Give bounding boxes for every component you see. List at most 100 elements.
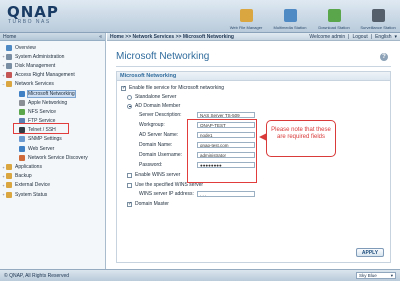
camera-icon xyxy=(371,9,385,22)
media-icon xyxy=(283,9,297,22)
wins-ip-input[interactable]: . . . xyxy=(197,191,255,197)
chevron-down-icon: ▾ xyxy=(390,272,393,278)
divider xyxy=(116,66,391,67)
tree-item-label: System Administration xyxy=(15,53,65,60)
tree-item[interactable]: Network Service Discovery xyxy=(0,153,105,162)
server-description-input[interactable]: NAS Server TS-509 xyxy=(197,112,255,118)
tree-item-label: Apple Networking xyxy=(28,99,68,106)
domain-master-label: Domain Master xyxy=(135,201,169,207)
app-shortcuts: Web File Manager Multimedia Station Downlo… xyxy=(226,2,398,31)
tree-item[interactable]: Overview xyxy=(0,43,105,52)
required-fields-callout: Please note that these are required fiel… xyxy=(266,120,336,157)
tree-item[interactable]: NFS Service xyxy=(0,107,105,116)
app-shortcut-label: Multimedia Station xyxy=(273,25,307,30)
status-footer: © QNAP, All Rights Reserved Sky Blue ▾ xyxy=(0,269,400,281)
tree-item-label: System Status xyxy=(15,191,48,198)
tree-item-label: Microsoft Networking xyxy=(27,89,76,98)
tree-item-label: Overview xyxy=(15,44,36,51)
tree-header: Home « xyxy=(0,33,105,41)
qnap-logo: QNAP TURBO NAS xyxy=(7,3,59,25)
page-title: Microsoft Networking xyxy=(116,51,210,62)
ad-member-radio[interactable] xyxy=(127,103,132,109)
apply-button[interactable]: APPLY xyxy=(356,248,384,257)
tree-item[interactable]: + Access Right Management xyxy=(0,71,105,80)
tree-list: Overview + System Administration + Disk Mana… xyxy=(0,41,105,199)
ad-member-label: AD Domain Member xyxy=(135,103,181,109)
tree-item-icon xyxy=(6,53,12,60)
tree-header-label: Home xyxy=(3,33,17,40)
theme-select[interactable]: Sky Blue ▾ xyxy=(356,272,396,279)
tree-item-icon xyxy=(19,99,25,106)
tree-item-icon xyxy=(19,108,25,115)
tree-item[interactable]: + System Status xyxy=(0,190,105,199)
tree-item[interactable]: Microsoft Networking xyxy=(0,89,105,98)
tree-item-label: NFS Service xyxy=(28,108,57,115)
ad-member-row: AD Domain Member xyxy=(127,103,180,109)
domain-master-row: Domain Master xyxy=(127,201,169,207)
tree-item[interactable]: + System Administration xyxy=(0,52,105,61)
domain-master-checkbox[interactable] xyxy=(127,201,132,207)
wins-ip-label: WINS server IP address: xyxy=(139,191,194,197)
field-row: Server Description: NAS Server TS-509 xyxy=(139,112,255,118)
separator: | xyxy=(348,33,350,40)
tree-item-icon xyxy=(19,136,25,143)
tree-item-label: SNMP Settings xyxy=(28,136,62,143)
highlight-annotation xyxy=(13,123,69,134)
server-description-label: Server Description: xyxy=(139,112,182,118)
tree-item-icon xyxy=(19,90,25,97)
wins-ip-row: WINS server IP address: . . . xyxy=(139,191,255,197)
tree-item-icon xyxy=(6,182,12,189)
tree-item-icon xyxy=(19,145,25,152)
app-shortcut[interactable]: Surveillance Station xyxy=(358,2,398,31)
tree-item[interactable]: Web Server xyxy=(0,144,105,153)
breadcrumb: Home >> Network Services >> Microsoft Ne… xyxy=(110,33,234,40)
tree-item[interactable]: SNMP Settings xyxy=(0,135,105,144)
app-shortcut-label: Download Station xyxy=(318,25,350,30)
folder-icon xyxy=(239,9,253,22)
tree-item-label: External Device xyxy=(15,182,51,189)
tree-item-icon xyxy=(6,173,12,180)
chevron-down-icon[interactable]: ▾ xyxy=(394,34,397,40)
tree-item-icon xyxy=(6,81,12,88)
tree-item-icon xyxy=(6,62,12,69)
theme-value: Sky Blue xyxy=(359,273,377,278)
app-shortcut[interactable]: Download Station xyxy=(314,2,354,31)
tree-item[interactable]: + Disk Management xyxy=(0,61,105,70)
logout-link[interactable]: Logout xyxy=(352,34,367,40)
help-icon[interactable]: ? xyxy=(380,53,388,61)
standalone-radio[interactable] xyxy=(127,94,132,100)
tree-item-label: Access Right Management xyxy=(15,72,75,79)
wins-enable-label: Enable WINS server xyxy=(135,172,181,178)
app-shortcut-label: Surveillance Station xyxy=(360,25,396,30)
wins-use-checkbox[interactable] xyxy=(127,182,132,188)
language-select[interactable]: English xyxy=(375,34,391,40)
tree-item[interactable]: + Backup xyxy=(0,172,105,181)
wins-enable-checkbox[interactable] xyxy=(127,172,132,178)
top-header: QNAP TURBO NAS Web File Manager Multimedi… xyxy=(0,0,400,33)
standalone-label: Standalone Server xyxy=(135,94,177,100)
enable-service-checkbox[interactable] xyxy=(121,85,126,91)
navigation-tree: Home « Overview + System Administration + Di… xyxy=(0,33,106,269)
standalone-row: Standalone Server xyxy=(127,94,176,100)
tree-item[interactable]: + External Device xyxy=(0,181,105,190)
tree-item-label: Applications xyxy=(15,164,42,171)
tree-item-icon xyxy=(19,154,25,161)
app-shortcut-label: Web File Manager xyxy=(229,25,263,30)
app-shortcut[interactable]: Multimedia Station xyxy=(270,2,310,31)
breadcrumb-bar: Home >> Network Services >> Microsoft Ne… xyxy=(107,33,400,41)
tree-item-label: Backup xyxy=(15,173,32,180)
required-fields-annotation xyxy=(187,119,257,183)
download-icon xyxy=(327,9,341,22)
tree-item[interactable]: − Network Services xyxy=(0,80,105,89)
tree-item-label: Network Service Discovery xyxy=(28,154,88,161)
tree-item-icon xyxy=(6,44,12,51)
tree-item-label: Web Server xyxy=(28,145,55,152)
enable-service-label: Enable file service for Microsoft networ… xyxy=(129,85,225,91)
tree-item-label: Network Services xyxy=(15,81,54,88)
section-title: Microsoft Networking xyxy=(117,72,390,81)
app-shortcut[interactable]: Web File Manager xyxy=(226,2,266,31)
tree-item[interactable]: + Applications xyxy=(0,162,105,171)
tree-item-icon xyxy=(6,191,12,198)
tree-item[interactable]: Apple Networking xyxy=(0,98,105,107)
collapse-icon[interactable]: « xyxy=(99,34,102,40)
